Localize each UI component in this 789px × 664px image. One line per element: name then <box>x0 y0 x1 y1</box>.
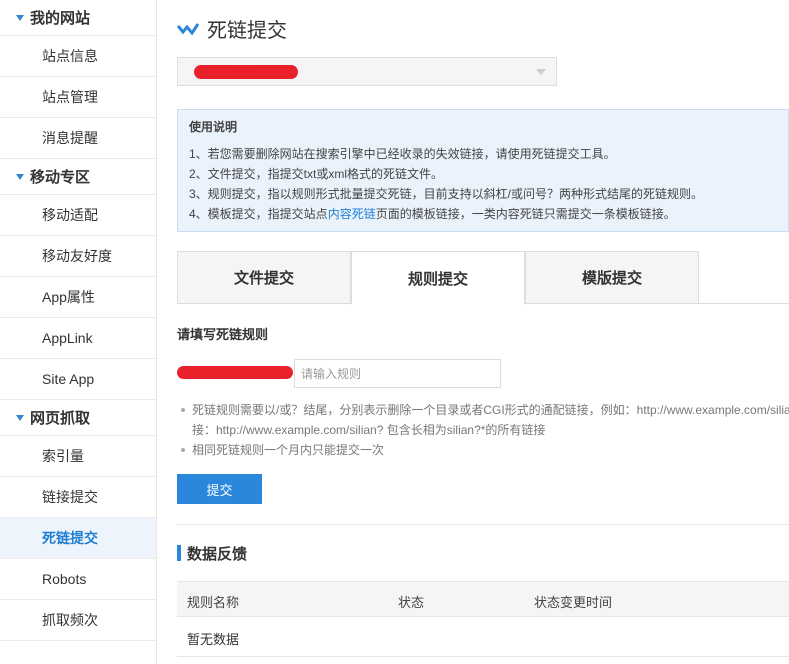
caret-down-icon <box>16 173 24 180</box>
content-deadlink-link[interactable]: 内容死链 <box>328 207 376 221</box>
redacted-site-name: ••••••• <box>194 65 298 79</box>
table-row: 暂无数据 <box>177 617 789 657</box>
sidebar-group-label: 网页抓取 <box>30 410 91 427</box>
main-content: 死链提交 ••••••• 使用说明 1、若您需要删除网站在搜索引擎中已经收录的失… <box>177 0 789 664</box>
empty-table-text: 暂无数据 <box>187 632 240 647</box>
sidebar-group-crawl[interactable]: 网页抓取 <box>0 400 156 436</box>
bullet-icon <box>181 448 185 452</box>
sidebar-item[interactable]: Robots <box>0 559 156 600</box>
guide-line-1: 1、若您需要删除网站在搜索引擎中已经收录的失效链接，请使用死链提交工具。 <box>189 147 616 161</box>
site-select[interactable]: ••••••• <box>177 57 557 86</box>
sidebar-item[interactable]: Site App <box>0 359 156 400</box>
note-1-line-2: 接：http://www.example.com/silian? 包含长相为si… <box>192 423 546 437</box>
column-status: 状态 <box>398 595 425 610</box>
table-header: 规则名称 状态 状态变更时间 <box>177 582 789 617</box>
usage-guide: 使用说明 1、若您需要删除网站在搜索引擎中已经收录的失效链接，请使用死链提交工具… <box>177 109 789 232</box>
rule-input[interactable]: 请输入规则 <box>294 359 501 388</box>
redacted-site-prefix <box>177 366 293 379</box>
guide-line-3: 3、规则提交，指以规则形式批量提交死链，目前支持以斜杠/或问号？两种形式结尾的死… <box>189 187 704 201</box>
sidebar-item[interactable]: 移动友好度 <box>0 236 156 277</box>
rule-form-heading: 请填写死链规则 <box>177 327 269 342</box>
sidebar-item[interactable]: 站点信息 <box>0 36 156 77</box>
sidebar-group-label: 我的网站 <box>30 10 91 27</box>
tab-rule-submit[interactable]: 规则提交 <box>351 251 525 305</box>
sidebar-item[interactable]: 站点管理 <box>0 77 156 118</box>
sidebar-item[interactable]: 移动适配 <box>0 195 156 236</box>
sidebar-item[interactable]: 死链提交 <box>0 518 156 559</box>
guide-line-2: 2、文件提交，指提交txt或xml格式的死链文件。 <box>189 167 444 181</box>
feedback-table: 规则名称 状态 状态变更时间 暂无数据 <box>177 581 789 657</box>
sidebar-group-mobile[interactable]: 移动专区 <box>0 159 156 195</box>
note-item: 死链规则需要以/或？结尾，分别表示删除一个目录或者CGI形式的通配链接，例如：h… <box>177 400 789 440</box>
tab-template-submit[interactable]: 模版提交 <box>525 251 699 304</box>
sidebar-group-label: 移动专区 <box>30 169 91 186</box>
note-2: 相同死链规则一个月内只能提交一次 <box>192 443 385 457</box>
sidebar-item[interactable]: 索引量 <box>0 436 156 477</box>
tab-file-submit[interactable]: 文件提交 <box>177 251 351 304</box>
sidebar-item[interactable]: AppLink <box>0 318 156 359</box>
sidebar-item[interactable]: 消息提醒 <box>0 118 156 159</box>
checkmark-logo-icon <box>177 22 199 36</box>
note-1-line-1: 死链规则需要以/或？结尾，分别表示删除一个目录或者CGI形式的通配链接，例如：h… <box>192 403 789 417</box>
section-marker <box>177 545 181 561</box>
note-item: 相同死链规则一个月内只能提交一次 <box>177 440 789 460</box>
column-rule-name: 规则名称 <box>187 595 240 610</box>
sidebar-item[interactable]: App属性 <box>0 277 156 318</box>
page-title: 死链提交 <box>207 20 287 42</box>
rule-input-placeholder: 请输入规则 <box>301 367 362 381</box>
feedback-heading: 数据反馈 <box>187 545 248 563</box>
guide-line-4-pre: 4、模板提交，指提交站点 <box>189 207 328 221</box>
bullet-icon <box>181 408 185 412</box>
sidebar: 我的网站站点信息 站点管理 消息提醒移动专区移动适配 移动友好度 App属性 AppLin… <box>0 0 157 664</box>
submit-mode-tabs: 文件提交 规则提交 模版提交 <box>177 251 789 305</box>
rule-notes: 死链规则需要以/或？结尾，分别表示删除一个目录或者CGI形式的通配链接，例如：h… <box>177 400 789 460</box>
sidebar-group-site[interactable]: 我的网站 <box>0 0 156 36</box>
submit-button[interactable]: 提交 <box>177 474 262 504</box>
page-title-bar: 死链提交 <box>177 14 287 43</box>
feedback-heading-wrap: 数据反馈 <box>177 544 248 563</box>
chevron-down-icon <box>536 69 546 75</box>
divider <box>177 524 789 525</box>
guide-line-4: 4、模板提交，指提交站点内容死链页面的模板链接，一类内容死链只需提交一条模板链接… <box>189 204 777 224</box>
sidebar-item[interactable]: 链接提交 <box>0 477 156 518</box>
site-select-value: ••••••• <box>233 66 259 77</box>
guide-heading: 使用说明 <box>189 120 238 134</box>
caret-down-icon <box>16 14 24 21</box>
column-status-time: 状态变更时间 <box>534 595 613 610</box>
sidebar-item[interactable]: 抓取频次 <box>0 600 156 641</box>
guide-line-4-post: 页面的模板链接，一类内容死链只需提交一条模板链接。 <box>375 207 676 221</box>
caret-down-icon <box>16 414 24 421</box>
